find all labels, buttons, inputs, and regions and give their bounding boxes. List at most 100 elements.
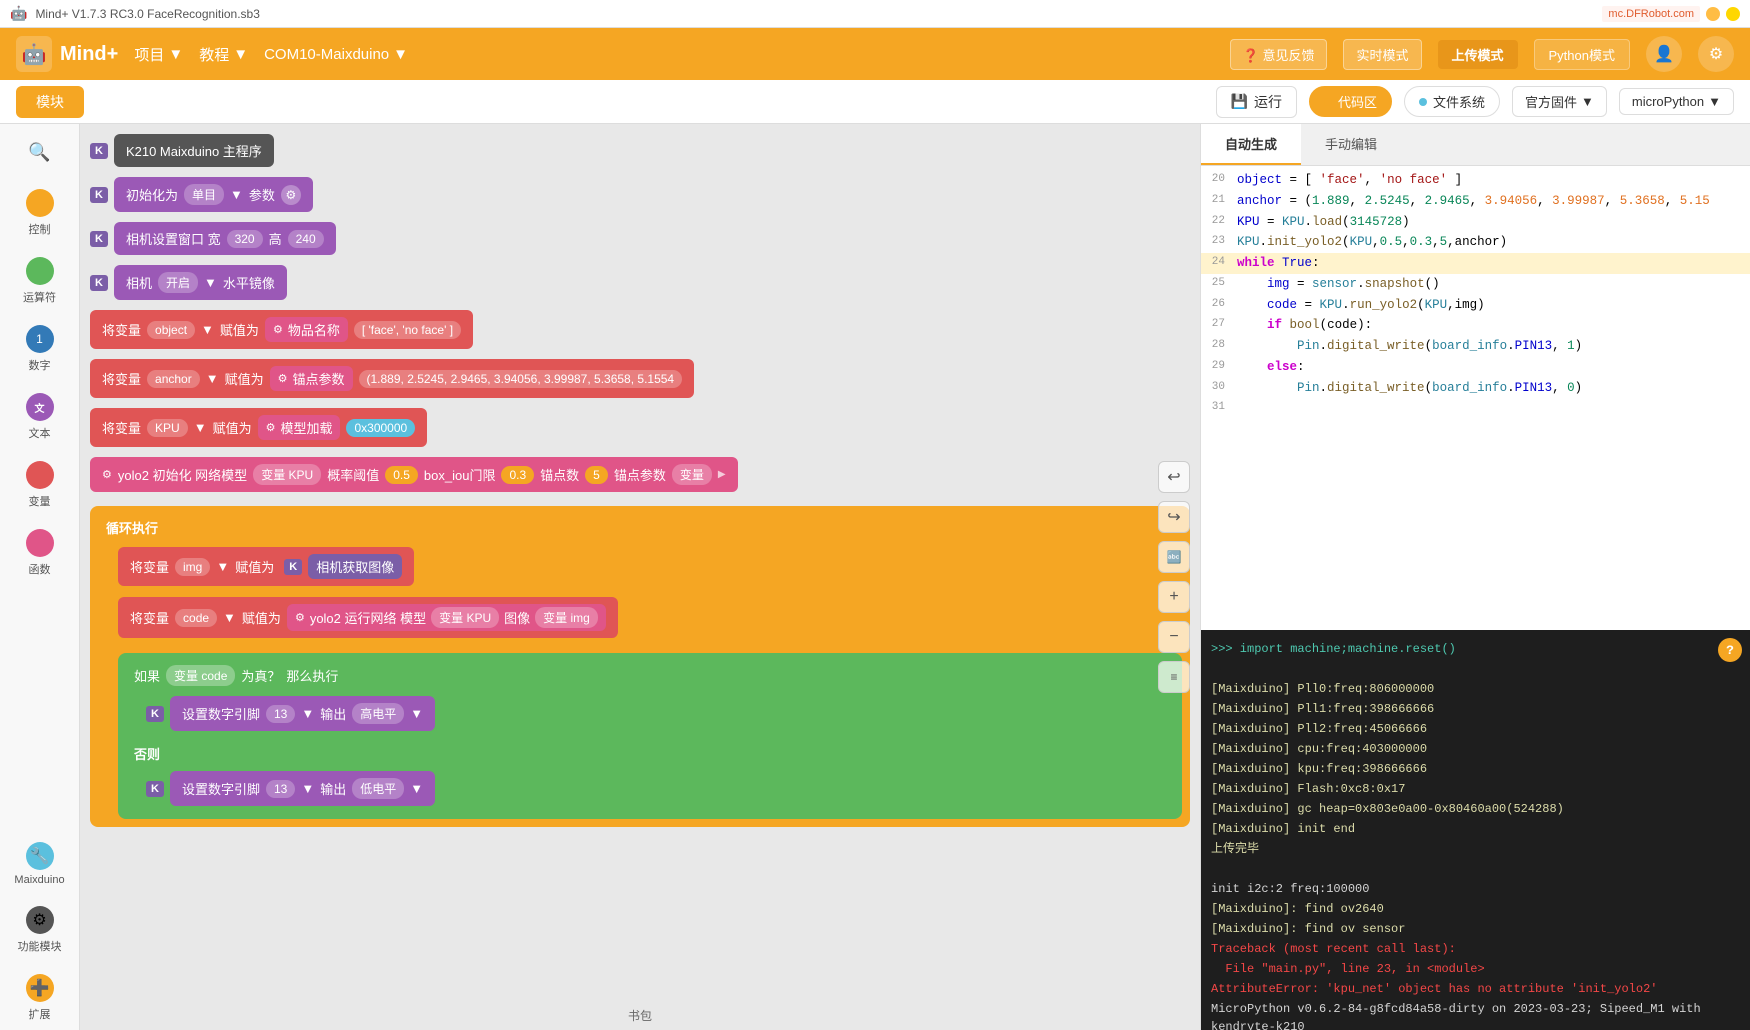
sidebar-item-variable[interactable]: 变量 — [6, 453, 74, 517]
anchor-fn-block[interactable]: ⚙ 锚点参数 — [270, 366, 353, 391]
control-icon — [26, 189, 54, 217]
pin-high-block[interactable]: 设置数字引脚 13 ▼ 输出 高电平 ▼ — [170, 696, 435, 731]
feedback-btn[interactable]: ❓ 意见反馈 — [1230, 39, 1328, 70]
pin-low-block[interactable]: 设置数字引脚 13 ▼ 输出 低电平 ▼ — [170, 771, 435, 806]
code-assign-block[interactable]: 将变量 code ▼ 赋值为 ⚙ yolo2 运行网络 模型 变量 KPU 图像… — [118, 597, 618, 638]
kpu-var[interactable]: KPU — [147, 419, 188, 437]
yolo2-run-icon: ⚙ — [295, 611, 305, 624]
k-badge-img: K — [284, 559, 302, 575]
sidebar-item-extend[interactable]: ➕ 扩展 — [6, 966, 74, 1030]
zoom-out-btn[interactable]: − — [1158, 621, 1190, 653]
pin13-val2[interactable]: 13 — [266, 780, 295, 798]
else-label: 否则 — [126, 740, 1174, 767]
pin13-val1[interactable]: 13 — [266, 705, 295, 723]
upload-btn[interactable]: 上传模式 — [1438, 40, 1518, 69]
yolo2-init-block[interactable]: ⚙ yolo2 初始化 网络模型 变量 KPU 概率阈值 0.5 box_iou… — [90, 457, 738, 492]
terminal-line-gc: [Maixduino] gc heap=0x803e0a00-0x80460a0… — [1211, 800, 1740, 818]
code-area[interactable]: 20 object = [ 'face', 'no face' ] 21 anc… — [1201, 166, 1750, 630]
function-label: 函数 — [29, 561, 51, 577]
terminal-line-pll1: [Maixduino] Pll1:freq:398666666 — [1211, 700, 1740, 718]
manual-tab[interactable]: 手动编辑 — [1301, 124, 1401, 165]
fit-btn[interactable]: ≡ — [1158, 661, 1190, 693]
yolo2-anchor-val: 5 — [585, 466, 608, 484]
var-kpu-block[interactable]: 将变量 KPU ▼ 赋值为 ⚙ 模型加载 0x300000 — [90, 408, 427, 447]
terminal[interactable]: ? >>> import machine;machine.reset() [Ma… — [1201, 630, 1750, 1030]
object-arrow: ▼ — [201, 322, 214, 337]
anchor-var[interactable]: anchor — [147, 370, 200, 388]
camera-open-block[interactable]: 相机 开启 ▼ 水平镜像 — [114, 265, 287, 300]
maixduino-label: Maixduino — [14, 874, 64, 886]
img-assign-row: 将变量 img ▼ 赋值为 K 相机获取图像 — [118, 547, 1182, 586]
user-avatar[interactable]: 👤 — [1646, 36, 1682, 72]
right-panel: 自动生成 手动编辑 20 object = [ 'face', 'no face… — [1200, 124, 1750, 1030]
auto-tab[interactable]: 自动生成 — [1201, 124, 1301, 165]
main-program-block[interactable]: K210 Maixduino 主程序 — [114, 134, 274, 167]
object-fn-block[interactable]: ⚙ 物品名称 — [265, 317, 348, 342]
terminal-line-version: MicroPython v0.6.2-84-g8fcd84a58-dirty o… — [1211, 1000, 1740, 1030]
maixduino-icon: 🔧 — [26, 842, 54, 870]
official-fw-btn[interactable]: 官方固件 ▼ — [1512, 86, 1607, 117]
if-code-val[interactable]: 变量 code — [166, 665, 235, 686]
var-object-row: 将变量 object ▼ 赋值为 ⚙ 物品名称 [ 'face', 'no fa… — [90, 310, 1190, 349]
high-val[interactable]: 高电平 — [352, 703, 404, 724]
module-btn[interactable]: 模块 — [16, 86, 84, 118]
code-line-29: 29 else: — [1201, 357, 1750, 378]
logo: 🤖 Mind+ — [16, 36, 118, 72]
sidebar-item-text[interactable]: 文 文本 — [6, 385, 74, 449]
topnav: 🤖 Mind+ 项目 ▼ 教程 ▼ COM10-Maixduino ▼ ❓ 意见… — [0, 28, 1750, 80]
translate-btn[interactable]: 🔤 — [1158, 541, 1190, 573]
device-menu[interactable]: COM10-Maixduino ▼ — [264, 46, 408, 63]
yolo2-run-block[interactable]: ⚙ yolo2 运行网络 模型 变量 KPU 图像 变量 img — [287, 604, 606, 631]
pin-low-row: K 设置数字引脚 13 ▼ 输出 低电平 ▼ — [146, 771, 1174, 806]
img-assign-block[interactable]: 将变量 img ▼ 赋值为 K 相机获取图像 — [118, 547, 414, 586]
settings-btn[interactable]: ⚙ — [1698, 36, 1734, 72]
terminal-line-kpu: [Maixduino] kpu:freq:398666666 — [1211, 760, 1740, 778]
python-btn[interactable]: Python模式 — [1534, 39, 1630, 70]
img-arrow: ▼ — [216, 559, 229, 574]
sidebar-item-function[interactable]: 函数 — [6, 521, 74, 585]
var-anchor-block[interactable]: 将变量 anchor ▼ 赋值为 ⚙ 锚点参数 (1.889, 2.5245, … — [90, 359, 694, 398]
gear-icon[interactable]: ⚙ — [281, 185, 301, 205]
var-anchor-row: 将变量 anchor ▼ 赋值为 ⚙ 锚点参数 (1.889, 2.5245, … — [90, 359, 1190, 398]
camera-setup-block[interactable]: 相机设置窗口 宽 320 高 240 — [114, 222, 336, 255]
redo-btn[interactable]: ↪ — [1158, 501, 1190, 533]
img-camera-block[interactable]: 相机获取图像 — [308, 554, 402, 579]
open-val[interactable]: 开启 — [158, 272, 198, 293]
undo-btn[interactable]: ↩ — [1158, 461, 1190, 493]
lang-select[interactable]: microPython ▼ — [1619, 88, 1734, 115]
code-area-tab[interactable]: 代码区 — [1309, 86, 1392, 117]
single-val[interactable]: 单目 — [184, 184, 224, 205]
terminal-line-pll2: [Maixduino] Pll2:freq:45066666 — [1211, 720, 1740, 738]
kpu-fn-block[interactable]: ⚙ 模型加载 — [258, 415, 341, 440]
code-area-dot — [1324, 98, 1332, 106]
restore-btn[interactable] — [1726, 7, 1740, 21]
subnav: 模块 💾 运行 代码区 文件系统 官方固件 ▼ microPython ▼ — [0, 80, 1750, 124]
k-badge-cam: K — [90, 231, 108, 247]
operator-icon — [26, 257, 54, 285]
zoom-in-btn[interactable]: + — [1158, 581, 1190, 613]
object-var[interactable]: object — [147, 321, 195, 339]
project-menu[interactable]: 项目 ▼ — [134, 44, 183, 65]
anchor-val: (1.889, 2.5245, 2.9465, 3.94056, 3.99987… — [359, 370, 683, 388]
code-line-21: 21 anchor = (1.889, 2.5245, 2.9465, 3.94… — [1201, 191, 1750, 212]
search-item[interactable]: 🔍 — [6, 134, 74, 177]
sidebar-item-control[interactable]: 控制 — [6, 181, 74, 245]
sidebar-item-number[interactable]: 1 数字 — [6, 317, 74, 381]
code-var[interactable]: code — [175, 609, 217, 627]
file-system-tab[interactable]: 文件系统 — [1404, 86, 1500, 117]
tutorial-menu[interactable]: 教程 ▼ — [199, 44, 248, 65]
sidebar-item-funcmod[interactable]: ⚙ 功能模块 — [6, 898, 74, 962]
init-block[interactable]: 初始化为 单目 ▼ 参数 ⚙ — [114, 177, 313, 212]
sidebar-item-maixduino[interactable]: 🔧 Maixduino — [6, 834, 74, 894]
img-var[interactable]: img — [175, 558, 210, 576]
minimize-btn[interactable] — [1706, 7, 1720, 21]
help-btn[interactable]: ? — [1718, 638, 1742, 662]
app-icon: 🤖 — [10, 5, 27, 22]
extend-icon: ➕ — [26, 974, 54, 1002]
run-btn[interactable]: 💾 运行 — [1216, 86, 1297, 118]
sidebar-item-operator[interactable]: 运算符 — [6, 249, 74, 313]
dfrobot-brand: mc.DFRobot.com — [1602, 6, 1700, 22]
low-val[interactable]: 低电平 — [352, 778, 404, 799]
realtime-btn[interactable]: 实时模式 — [1343, 39, 1421, 70]
var-object-block[interactable]: 将变量 object ▼ 赋值为 ⚙ 物品名称 [ 'face', 'no fa… — [90, 310, 473, 349]
